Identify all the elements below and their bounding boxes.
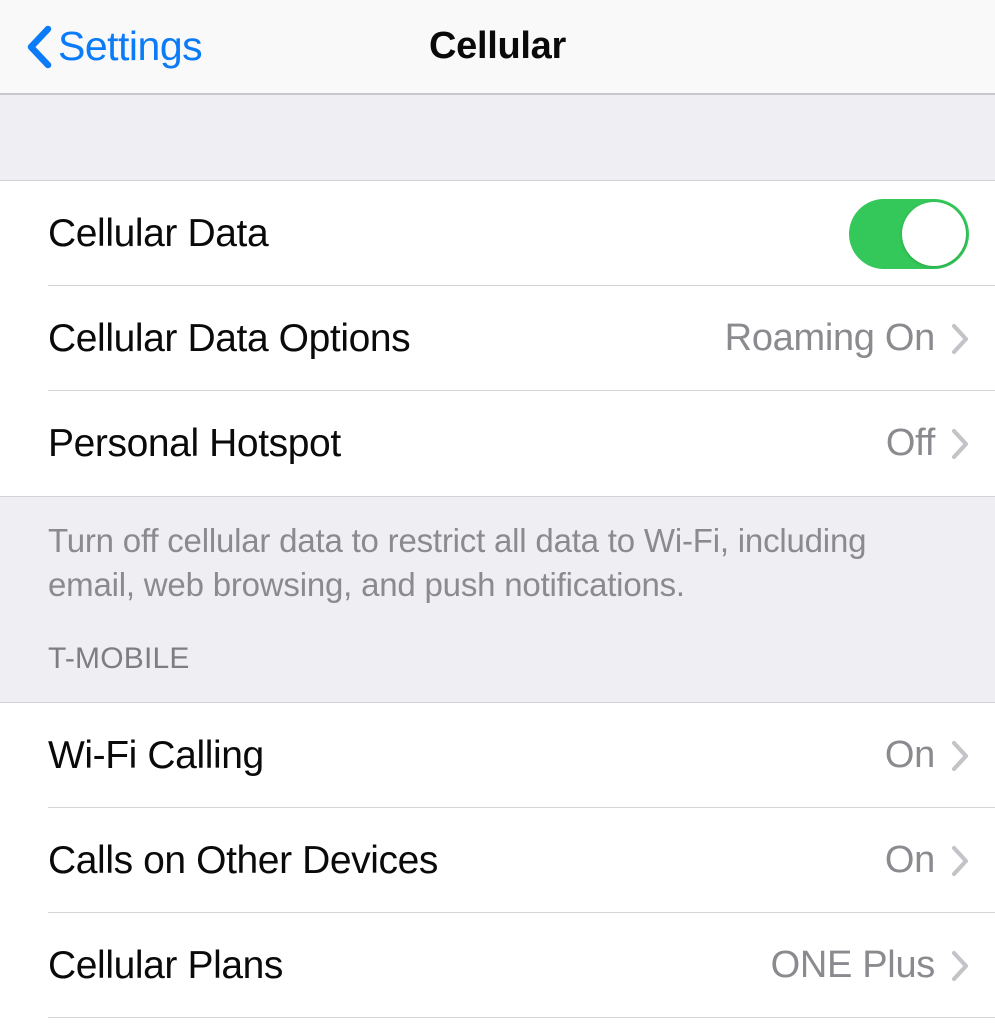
row-cellular-data-options[interactable]: Cellular Data Options Roaming On — [0, 286, 995, 391]
chevron-right-icon — [951, 845, 969, 876]
primary-settings-group: Cellular Data Cellular Data Options Roam… — [0, 181, 995, 496]
row-value: Off — [885, 422, 935, 464]
cellular-data-toggle[interactable] — [849, 198, 969, 269]
row-value: On — [884, 734, 935, 776]
row-label: Cellular Plans — [48, 943, 284, 987]
group-footer-band: Turn off cellular data to restrict all d… — [0, 496, 995, 703]
row-accessory: On — [885, 839, 969, 882]
row-accessory: On — [885, 734, 969, 777]
cellular-data-footer-text: Turn off cellular data to restrict all d… — [48, 522, 867, 603]
row-label: Cellular Data Options — [48, 316, 411, 360]
row-accessory: Off — [886, 422, 969, 465]
row-value: ONE Plus — [770, 944, 936, 986]
top-spacer-band — [0, 95, 995, 181]
row-cellular-data[interactable]: Cellular Data — [0, 181, 995, 286]
row-value: On — [884, 839, 935, 881]
chevron-right-icon — [951, 740, 969, 771]
row-accessory — [849, 198, 969, 269]
row-label: Calls on Other Devices — [48, 838, 439, 882]
row-value: Roaming On — [724, 317, 936, 359]
row-accessory: Roaming On — [725, 317, 969, 360]
chevron-right-icon — [951, 950, 969, 981]
cellular-settings-screen: Settings Cellular Cellular Data Cellular… — [0, 0, 995, 1024]
row-label: Wi-Fi Calling — [48, 733, 264, 777]
chevron-right-icon — [951, 428, 969, 459]
carrier-settings-group: Wi-Fi Calling On Calls on Other Devices … — [0, 703, 995, 1018]
row-label: Cellular Data — [48, 211, 269, 255]
chevron-right-icon — [951, 323, 969, 354]
row-calls-on-other-devices[interactable]: Calls on Other Devices On — [0, 808, 995, 913]
row-personal-hotspot[interactable]: Personal Hotspot Off — [0, 391, 995, 496]
row-accessory: ONE Plus — [771, 944, 969, 987]
row-label: Personal Hotspot — [48, 421, 341, 465]
navigation-bar: Settings Cellular — [0, 0, 995, 95]
row-cellular-plans[interactable]: Cellular Plans ONE Plus — [0, 913, 995, 1018]
page-title: Cellular — [429, 25, 566, 67]
row-wifi-calling[interactable]: Wi-Fi Calling On — [0, 703, 995, 808]
section-header-carrier: T-MOBILE — [48, 642, 190, 676]
toggle-knob — [902, 201, 966, 266]
